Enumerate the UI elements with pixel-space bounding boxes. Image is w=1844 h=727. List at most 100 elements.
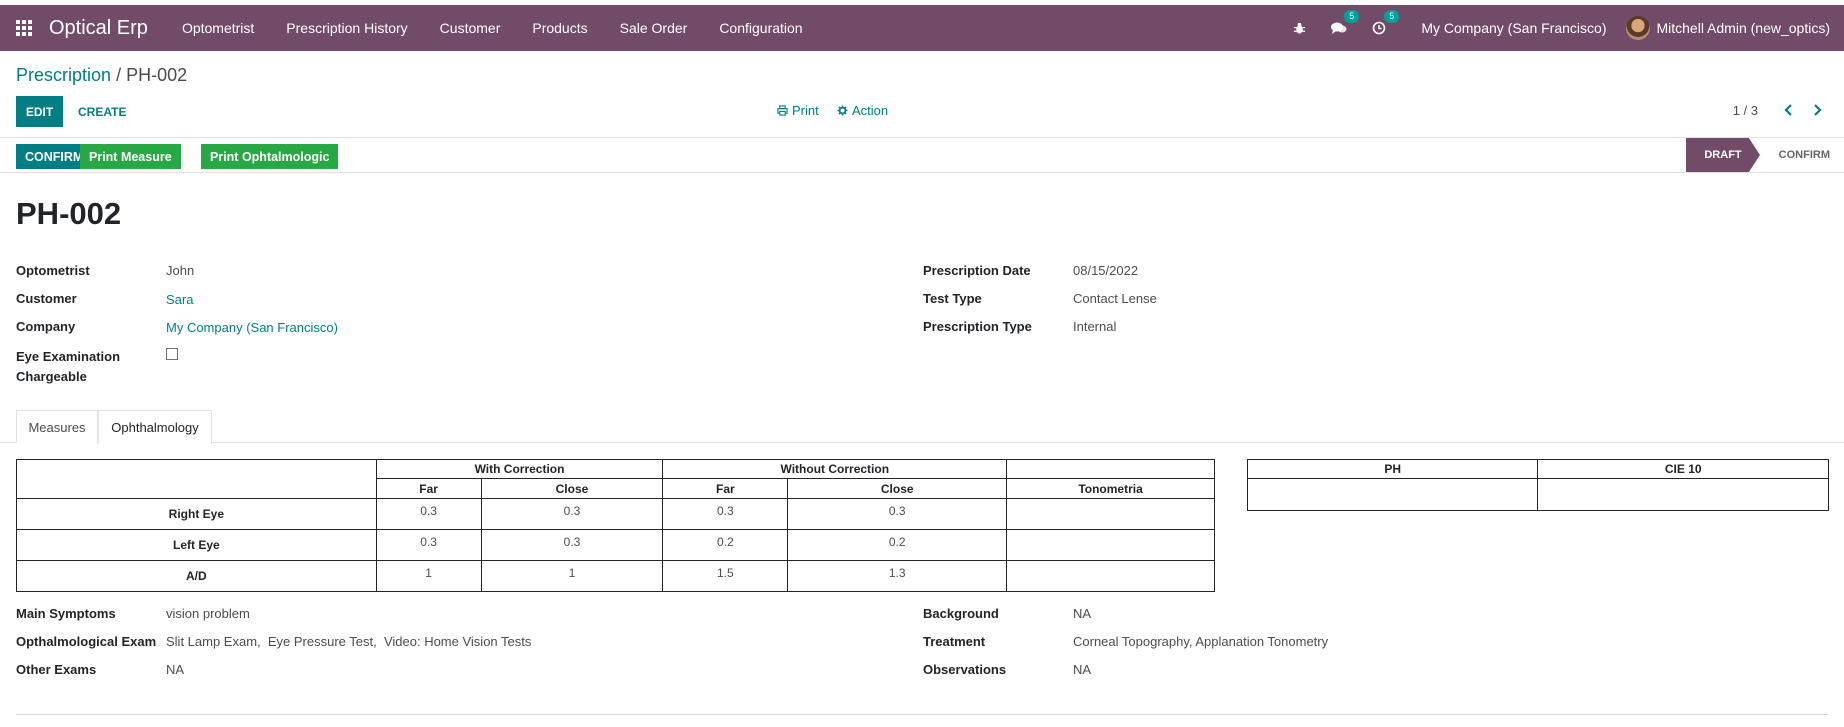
tonometria-header: Tonometria [1006,478,1215,499]
left-eye-with-far[interactable]: 0.3 [375,529,482,561]
cie10-header: CIE 10 [1537,459,1829,479]
eye-exam-chargeable-label: Eye Examination Chargeable [16,347,120,387]
app-brand[interactable]: Optical Erp [49,17,148,40]
stage-confirm[interactable]: CONFIRM [1779,138,1830,172]
action-label: Action [852,103,889,118]
with-far-header: Far [375,478,482,499]
stage-draft[interactable]: DRAFT [1686,138,1760,172]
eye-exam-label-line1: Eye Examination [16,349,121,364]
tab-ophthalmology[interactable]: Ophthalmology [98,410,212,444]
print-ophtalmologic-button[interactable]: Print Ophtalmologic [201,144,339,169]
apps-menu-icon[interactable] [16,19,34,37]
gear-icon [837,105,848,116]
prescription-date-value: 08/15/2022 [1073,263,1139,278]
right-eye-without-far[interactable]: 0.3 [662,498,789,530]
main-symptoms-value: vision problem [166,606,250,621]
eye-exam-chargeable-checkbox[interactable] [166,348,178,360]
menu-configuration[interactable]: Configuration [703,20,818,36]
cie10-value[interactable] [1537,478,1829,511]
main-navbar: Optical Erp Optometrist Prescription His… [0,5,1844,51]
correction-table: With Correction Without Correction Far C… [16,459,1215,592]
pager-next-chevron-right-icon[interactable] [1808,100,1826,120]
other-exams-label: Other Exams [16,662,97,677]
prescription-date-label: Prescription Date [923,263,1031,278]
without-close-header: Close [787,478,1008,499]
right-eye-tonometria[interactable] [1006,498,1215,530]
tabs-divider [0,442,1844,443]
with-correction-header: With Correction [375,459,664,479]
table-corner-cell [16,459,377,499]
customer-label: Customer [16,291,77,306]
messages-icon[interactable]: 5 [1330,10,1360,37]
activities-count-badge: 5 [1384,10,1400,23]
activities-clock-icon[interactable]: 5 [1370,10,1400,37]
company-link[interactable]: My Company (San Francisco) [166,320,338,335]
observations-label: Observations [923,662,1007,677]
menu-products[interactable]: Products [516,20,603,36]
navbar-systray: 5 5 My Company (San Francisco) Mitchell … [1279,5,1830,51]
left-eye-with-close[interactable]: 0.3 [480,529,664,561]
pager-value[interactable]: 1 / 3 [1733,103,1758,118]
user-name: Mitchell Admin (new_optics) [1656,20,1830,36]
pager-previous-chevron-left-icon[interactable] [1780,100,1798,120]
observations-value: NA [1073,662,1092,677]
left-eye-without-close[interactable]: 0.2 [787,529,1008,561]
ad-tonometria[interactable] [1006,560,1215,592]
right-eye-without-close[interactable]: 0.3 [787,498,1008,530]
breadcrumb: Prescription / PH-002 [16,65,187,86]
ad-without-close[interactable]: 1.3 [787,560,1008,592]
test-type-value: Contact Lense [1073,291,1157,306]
ph-header: PH [1246,459,1539,479]
record-title: PH-002 [16,196,122,231]
form-statusbar: CONFIRM Print Measure Print Ophtalmologi… [0,137,1844,173]
print-label: Print [792,103,819,118]
create-button[interactable]: CREATE [70,96,134,127]
left-eye-tonometria[interactable] [1006,529,1215,561]
left-eye-without-far[interactable]: 0.2 [662,529,789,561]
opthalmological-exam-value: Slit Lamp Exam, Eye Pressure Test, Video… [166,634,532,649]
edit-button[interactable]: EDIT [16,96,63,127]
print-measure-button[interactable]: Print Measure [80,144,181,169]
with-close-header: Close [480,478,664,499]
ph-cie-table: PH CIE 10 [1246,459,1829,511]
background-label: Background [923,606,999,621]
right-eye-with-close[interactable]: 0.3 [480,498,664,530]
sheet-divider [16,714,1828,715]
table-row: Left Eye 0.3 0.3 0.2 0.2 [16,529,1215,561]
menu-optometrist[interactable]: Optometrist [166,20,270,36]
ad-with-far[interactable]: 1 [375,560,482,592]
empty-group-header [1006,459,1215,479]
treatment-label: Treatment [923,634,986,649]
ad-with-close[interactable]: 1 [480,560,664,592]
ad-label: A/D [16,560,377,592]
optometrist-label: Optometrist [16,263,90,278]
menu-sale-order[interactable]: Sale Order [604,20,704,36]
left-eye-label: Left Eye [16,529,377,561]
user-menu[interactable]: Mitchell Admin (new_optics) [1626,16,1830,40]
customer-link[interactable]: Sara [166,292,193,307]
optometrist-value: John [166,263,195,278]
company-label: Company [16,319,76,334]
breadcrumb-current: PH-002 [126,65,188,85]
action-dropdown[interactable]: Action [837,103,888,118]
user-avatar [1626,16,1651,40]
company-switcher[interactable]: My Company (San Francisco) [1421,20,1606,36]
print-dropdown[interactable]: Print [777,103,819,118]
other-exams-value: NA [166,662,185,677]
breadcrumb-prescription-link[interactable]: Prescription [16,65,111,85]
debug-bug-icon[interactable] [1290,19,1308,37]
background-value: NA [1073,606,1092,621]
menu-prescription-history[interactable]: Prescription History [270,20,423,36]
tab-measures[interactable]: Measures [16,410,98,443]
ph-value[interactable] [1246,478,1539,511]
breadcrumb-separator: / [116,65,127,85]
ad-without-far[interactable]: 1.5 [662,560,789,592]
right-eye-label: Right Eye [16,498,377,530]
right-eye-with-far[interactable]: 0.3 [375,498,482,530]
messages-count-badge: 5 [1344,10,1360,23]
prescription-type-label: Prescription Type [923,319,1032,334]
treatment-value: Corneal Topography, Applanation Tonometr… [1073,634,1329,649]
eye-exam-label-line2: Chargeable [16,369,87,384]
opthalmological-exam-label: Opthalmological Exam [16,634,157,649]
menu-customer[interactable]: Customer [424,20,517,36]
